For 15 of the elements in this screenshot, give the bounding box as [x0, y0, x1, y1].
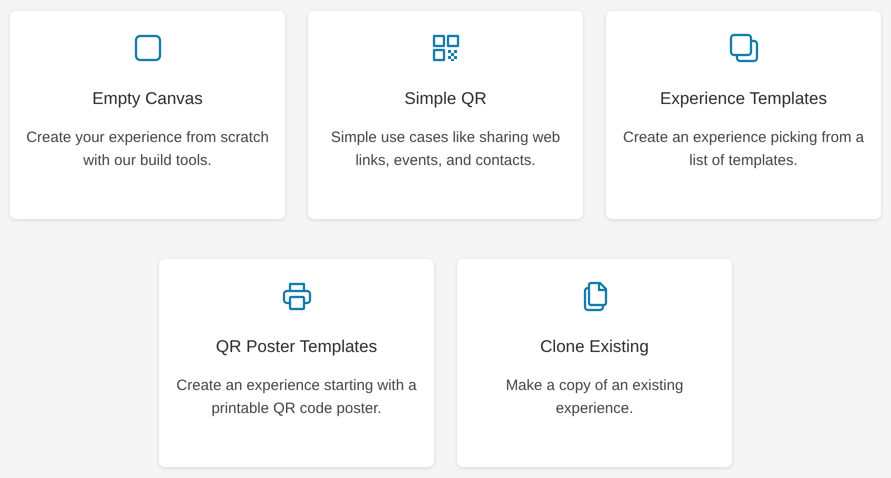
option-card[interactable]: Simple QR Simple use cases like sharing web links, events, and contacts.: [308, 11, 583, 219]
card-title: Clone Existing: [540, 336, 649, 358]
card-description: Simple use cases like sharing web links, events, and contacts.: [330, 128, 562, 170]
option-card[interactable]: QR Poster Templates Create an experience starting with a printable QR code poster.: [159, 259, 434, 467]
option-card[interactable]: Experience Templates Create an experience picking from a list of templates.: [606, 11, 881, 219]
option-card[interactable]: Clone Existing Make a copy of an existing experience.: [457, 259, 732, 467]
option-card[interactable]: Empty Canvas Create your experience from scratch with our build tools.: [10, 11, 285, 219]
card-title: Empty Canvas: [92, 88, 203, 110]
card-title: Experience Templates: [660, 88, 827, 110]
card-description: Create an experience picking from a list of templates.: [622, 128, 865, 170]
card-description: Create your experience from scratch with our build tools.: [26, 128, 269, 170]
card-title: Simple QR: [404, 88, 487, 110]
card-description: Create an experience starting with a printable QR code poster.: [175, 376, 418, 418]
card-title: QR Poster Templates: [216, 336, 378, 358]
card-description: Make a copy of an existing experience.: [504, 376, 684, 418]
